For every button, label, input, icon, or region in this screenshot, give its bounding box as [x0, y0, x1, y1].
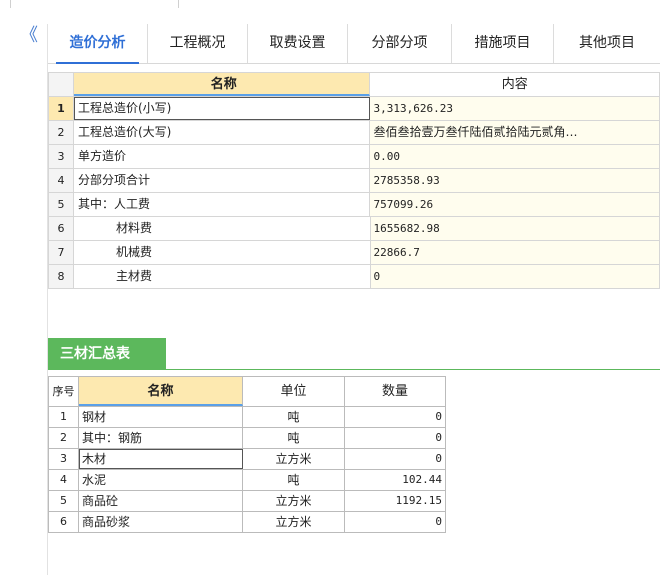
table-row[interactable]: 3 木材 立方米 0: [49, 449, 446, 470]
cell-unit[interactable]: 吨: [243, 428, 345, 448]
tab-project-overview[interactable]: 工程概况: [148, 24, 248, 63]
cell-name[interactable]: 木材: [79, 449, 243, 469]
table-row[interactable]: 2 其中：钢筋 吨 0: [49, 428, 446, 449]
section-divider: [166, 369, 660, 370]
cell-value[interactable]: 0: [370, 265, 660, 288]
cell-seq: 5: [49, 491, 79, 511]
app-root: 《 造价分析 工程概况 取费设置 分部分项 措施项目 其他项目 名称 内容 1 …: [0, 0, 660, 575]
column-header-qty[interactable]: 数量: [345, 377, 446, 406]
column-header-content[interactable]: 内容: [370, 73, 660, 96]
cell-unit[interactable]: 立方米: [243, 491, 345, 511]
cell-qty[interactable]: 102.44: [345, 470, 446, 490]
cell-name[interactable]: 工程总造价(小写): [73, 97, 371, 120]
table-row[interactable]: 6 材料费 1655682.98: [49, 217, 660, 241]
cell-qty[interactable]: 0: [345, 512, 446, 532]
cell-qty[interactable]: 0: [345, 449, 446, 469]
table-row[interactable]: 6 商品砂浆 立方米 0: [49, 512, 446, 533]
tab-other-items[interactable]: 其他项目: [554, 24, 660, 63]
tab-bar: 造价分析 工程概况 取费设置 分部分项 措施项目 其他项目: [48, 24, 660, 64]
cell-seq: 6: [49, 512, 79, 532]
cell-name[interactable]: 机械费: [74, 241, 371, 264]
row-index: 2: [49, 121, 74, 144]
cell-unit[interactable]: 立方米: [243, 449, 345, 469]
cell-value[interactable]: 1655682.98: [370, 217, 660, 240]
cell-name[interactable]: 主材费: [74, 265, 371, 288]
cell-name[interactable]: 工程总造价(大写): [74, 121, 371, 144]
cell-value[interactable]: 叁佰叁拾壹万叁仟陆佰贰拾陆元贰角…: [370, 121, 660, 144]
row-index: 1: [49, 97, 74, 120]
cell-qty[interactable]: 0: [345, 407, 446, 427]
tab-cost-analysis[interactable]: 造价分析: [48, 24, 148, 64]
tab-measures[interactable]: 措施项目: [452, 24, 554, 63]
row-index: 7: [49, 241, 74, 264]
cost-summary-table: 名称 内容 1 工程总造价(小写) 3,313,626.23 2 工程总造价(大…: [48, 72, 660, 289]
row-index: 5: [49, 193, 74, 216]
tab-material-summary[interactable]: 三材汇总表: [48, 338, 166, 370]
table-row[interactable]: 1 工程总造价(小写) 3,313,626.23: [49, 97, 660, 121]
cell-value[interactable]: 22866.7: [370, 241, 660, 264]
row-index: 3: [49, 145, 74, 168]
cell-name[interactable]: 其中：钢筋: [79, 428, 243, 448]
row-index: 4: [49, 169, 74, 192]
row-index: 6: [49, 217, 74, 240]
collapse-sidebar-icon[interactable]: 《: [18, 26, 40, 48]
cell-seq: 2: [49, 428, 79, 448]
tab-sub-items[interactable]: 分部分项: [348, 24, 452, 63]
material-summary-table: 序号 名称 单位 数量 1 钢材 吨 0 2 其中：钢筋 吨 0 3 木材 立方…: [48, 376, 446, 533]
cell-unit[interactable]: 吨: [243, 470, 345, 490]
cell-name[interactable]: 商品砂浆: [79, 512, 243, 532]
table-header: 名称 内容: [49, 73, 660, 97]
table-row[interactable]: 4 分部分项合计 2785358.93: [49, 169, 660, 193]
cell-name[interactable]: 水泥: [79, 470, 243, 490]
column-header-name[interactable]: 名称: [73, 73, 371, 96]
cell-value[interactable]: 0.00: [370, 145, 660, 168]
cell-name[interactable]: 单方造价: [74, 145, 371, 168]
row-index-header: [49, 73, 74, 96]
top-separator: [10, 0, 11, 8]
table-row[interactable]: 1 钢材 吨 0: [49, 407, 446, 428]
table-row[interactable]: 2 工程总造价(大写) 叁佰叁拾壹万叁仟陆佰贰拾陆元贰角…: [49, 121, 660, 145]
column-header-name[interactable]: 名称: [79, 377, 243, 406]
cell-unit[interactable]: 立方米: [243, 512, 345, 532]
cell-value[interactable]: 3,313,626.23: [370, 97, 660, 120]
top-separator: [178, 0, 179, 8]
cell-qty[interactable]: 1192.15: [345, 491, 446, 511]
cell-value[interactable]: 2785358.93: [370, 169, 660, 192]
column-header-unit[interactable]: 单位: [243, 377, 345, 406]
table-row[interactable]: 8 主材费 0: [49, 265, 660, 289]
table-row[interactable]: 3 单方造价 0.00: [49, 145, 660, 169]
table-row[interactable]: 7 机械费 22866.7: [49, 241, 660, 265]
cell-name[interactable]: 钢材: [79, 407, 243, 427]
cell-qty[interactable]: 0: [345, 428, 446, 448]
table-row[interactable]: 5 商品砼 立方米 1192.15: [49, 491, 446, 512]
cell-seq: 1: [49, 407, 79, 427]
cell-name[interactable]: 商品砼: [79, 491, 243, 511]
column-header-seq[interactable]: 序号: [49, 377, 79, 406]
cell-seq: 4: [49, 470, 79, 490]
cell-name[interactable]: 其中：人工费: [74, 193, 371, 216]
table-row[interactable]: 5 其中：人工费 757099.26: [49, 193, 660, 217]
cell-name[interactable]: 材料费: [74, 217, 371, 240]
top-bar: [0, 0, 660, 12]
tab-fee-settings[interactable]: 取费设置: [248, 24, 348, 63]
row-index: 8: [49, 265, 74, 288]
table-header: 序号 名称 单位 数量: [49, 377, 446, 407]
cell-name[interactable]: 分部分项合计: [74, 169, 371, 192]
table-row[interactable]: 4 水泥 吨 102.44: [49, 470, 446, 491]
cell-unit[interactable]: 吨: [243, 407, 345, 427]
cell-seq: 3: [49, 449, 79, 469]
cell-value[interactable]: 757099.26: [370, 193, 660, 216]
